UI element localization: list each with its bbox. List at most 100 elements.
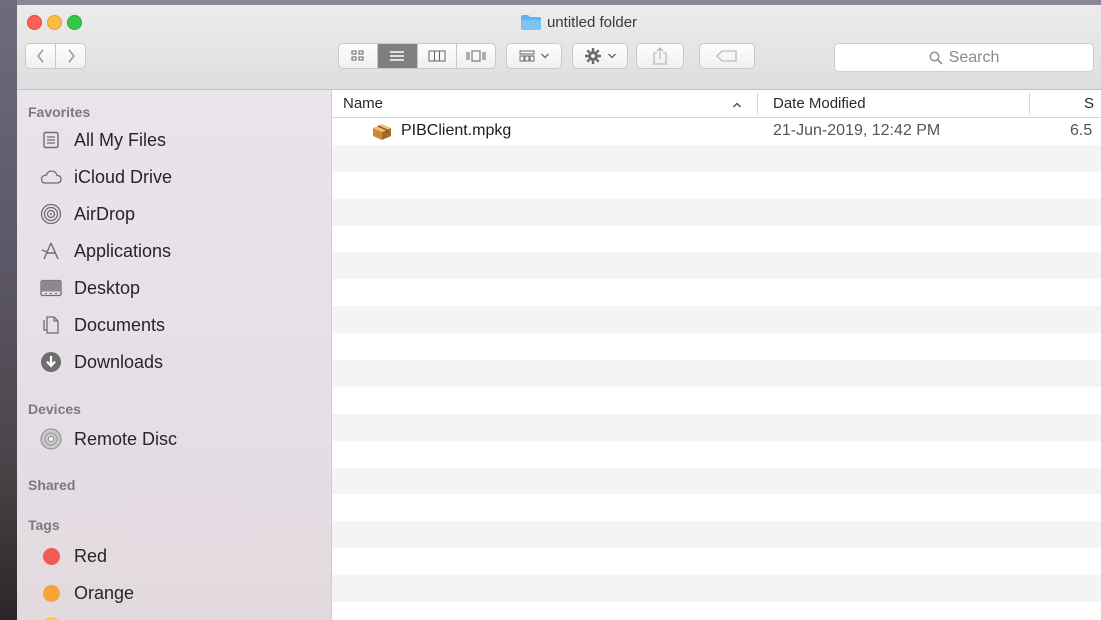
sidebar-section-tags: Tags — [28, 517, 60, 533]
sidebar-item-documents[interactable]: Documents — [40, 313, 165, 337]
share-button[interactable] — [636, 43, 684, 69]
empty-row — [332, 413, 1101, 441]
empty-row — [332, 144, 1101, 172]
applications-icon — [40, 240, 62, 262]
column-divider[interactable] — [1029, 93, 1030, 114]
search-placeholder: Search — [948, 48, 1000, 66]
search-icon — [929, 50, 943, 65]
cloud-icon — [40, 166, 62, 188]
sidebar-item-label: Applications — [74, 240, 172, 261]
sidebar-item-label: Documents — [74, 314, 166, 335]
sidebar-section-favorites: Favorites — [28, 104, 91, 120]
chevron-down-icon — [540, 53, 549, 59]
empty-row — [332, 521, 1101, 549]
sidebar-item-label: Orange — [74, 582, 135, 603]
orange-tag-dot-icon — [43, 584, 60, 602]
sort-ascending-icon — [732, 102, 742, 108]
sidebar-tag-red[interactable]: Red — [40, 544, 107, 568]
all-files-icon — [40, 129, 62, 151]
file-rows: PIBClient.mpkg 21-Jun-2019, 12:42 PM 6.5 — [332, 118, 1101, 620]
finder-window: untitled folder Search Favorites All My … — [17, 5, 1101, 620]
file-row[interactable]: PIBClient.mpkg 21-Jun-2019, 12:42 PM 6.5 — [332, 118, 1101, 145]
empty-row — [332, 360, 1101, 387]
file-size: 6.5 — [1070, 122, 1093, 139]
desktop-background-left — [0, 0, 17, 620]
share-icon — [653, 47, 667, 65]
cover-flow-view-button[interactable] — [455, 44, 495, 68]
cover-flow-icon — [466, 50, 486, 62]
sidebar-item-label: AirDrop — [74, 203, 136, 224]
empty-row — [332, 333, 1101, 360]
airdrop-icon — [40, 203, 62, 225]
sidebar-section-devices: Devices — [28, 401, 81, 417]
sidebar: Favorites All My Files iCloud Drive AirD… — [17, 90, 332, 620]
chevron-right-icon — [67, 49, 75, 63]
sidebar-item-downloads[interactable]: Downloads — [40, 350, 163, 374]
back-button[interactable] — [26, 44, 55, 68]
sidebar-item-desktop[interactable]: Desktop — [40, 276, 140, 300]
chevron-down-icon — [607, 53, 616, 59]
column-header-size[interactable]: S — [1084, 95, 1094, 112]
sidebar-item-remote-disc[interactable]: Remote Disc — [40, 427, 177, 451]
empty-row — [332, 252, 1101, 280]
package-icon — [373, 124, 391, 140]
back-forward-group — [25, 43, 86, 69]
view-mode-control — [338, 43, 496, 69]
file-date-modified: 21-Jun-2019, 12:42 PM — [773, 122, 941, 139]
window-title: untitled folder — [546, 14, 638, 31]
column-view-icon — [428, 50, 446, 62]
chevron-left-icon — [36, 49, 44, 63]
folder-icon — [520, 15, 541, 30]
column-header-date-modified[interactable]: Date Modified — [773, 95, 866, 112]
documents-icon — [40, 314, 62, 336]
disc-icon — [40, 428, 62, 450]
sidebar-item-all-my-files[interactable]: All My Files — [40, 128, 166, 152]
sidebar-item-icloud-drive[interactable]: iCloud Drive — [40, 165, 172, 189]
red-tag-dot-icon — [43, 547, 60, 565]
sidebar-item-airdrop[interactable]: AirDrop — [40, 202, 135, 226]
sidebar-item-label: Downloads — [74, 351, 164, 372]
window-title-bar: untitled folder — [17, 14, 1101, 34]
sidebar-item-label: Remote Disc — [74, 428, 178, 449]
desktop-icon — [40, 277, 62, 299]
forward-button[interactable] — [55, 44, 85, 68]
sidebar-item-label: All My Files — [74, 129, 167, 150]
gear-icon — [584, 48, 601, 64]
sidebar-item-label: Desktop — [74, 277, 141, 298]
empty-row — [332, 226, 1101, 253]
column-view-button[interactable] — [416, 44, 456, 68]
list-header: Name Date Modified S — [332, 90, 1101, 118]
sidebar-item-applications[interactable]: Applications — [40, 239, 171, 263]
sidebar-tag-orange[interactable]: Orange — [40, 581, 134, 605]
search-field[interactable]: Search — [834, 43, 1094, 72]
empty-row — [332, 575, 1101, 603]
edit-tags-button[interactable] — [699, 43, 755, 69]
empty-row — [332, 279, 1101, 306]
column-header-name[interactable]: Name — [343, 95, 383, 112]
titlebar: untitled folder Search — [17, 5, 1101, 90]
empty-row — [332, 198, 1101, 226]
arrange-grid-icon — [519, 50, 534, 62]
column-divider[interactable] — [757, 93, 758, 114]
icon-view-button[interactable] — [339, 44, 377, 68]
list-view-icon — [390, 51, 405, 61]
sidebar-item-label: iCloud Drive — [74, 166, 173, 187]
arrange-button[interactable] — [506, 43, 562, 69]
icon-view-icon — [351, 50, 364, 61]
empty-row — [332, 441, 1101, 468]
empty-row — [332, 602, 1101, 620]
sidebar-section-shared: Shared — [28, 477, 76, 493]
tag-icon — [716, 50, 737, 62]
file-list: Name Date Modified S PIBClient.mpkg 21-J… — [332, 90, 1101, 620]
list-view-button[interactable] — [377, 44, 417, 68]
file-name: PIBClient.mpkg — [401, 122, 512, 139]
empty-row — [332, 494, 1101, 521]
empty-row — [332, 548, 1101, 575]
sidebar-item-label: Red — [74, 545, 108, 566]
action-menu-button[interactable] — [572, 43, 628, 69]
empty-row — [332, 306, 1101, 334]
empty-row — [332, 172, 1101, 199]
empty-row — [332, 387, 1101, 414]
empty-row — [332, 467, 1101, 495]
downloads-icon — [40, 351, 62, 373]
